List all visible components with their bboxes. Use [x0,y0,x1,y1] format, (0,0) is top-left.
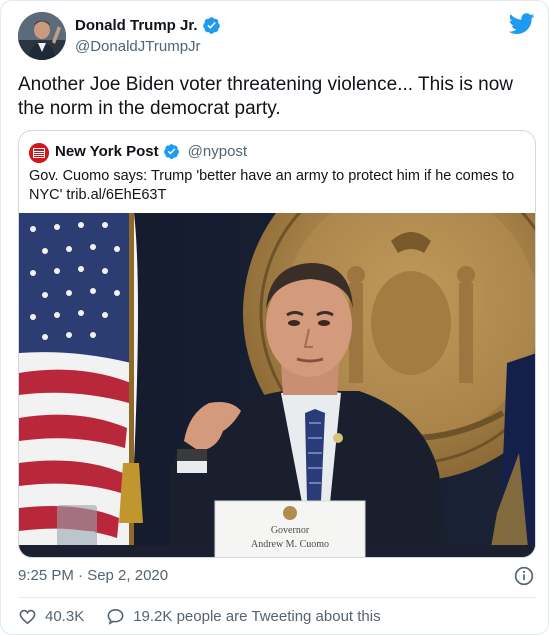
placard-line2: Andrew M. Cuomo [251,539,329,550]
heart-icon [19,609,36,625]
tweet-timestamp[interactable]: 9:25 PM · Sep 2, 2020 [18,567,168,584]
quoted-author-name: New York Post [55,143,159,160]
quoted-tweet-photo[interactable]: Governor Andrew M. Cuomo [19,213,536,558]
divider [18,597,536,598]
twitter-bird-icon[interactable] [509,13,535,35]
info-icon[interactable] [514,566,534,586]
like-button[interactable]: 40.3K [18,607,84,626]
quoted-author-handle: @nypost [187,143,248,160]
nypost-logo [29,143,49,163]
author-name-row: Donald Trump Jr. [75,16,221,35]
tweeting-about-label: 19.2K people are Tweeting about this [133,608,381,625]
quoted-name-row: New York Post @nypost [55,143,247,160]
tweet-card: Donald Trump Jr. @DonaldJTrumpJr Another… [0,0,549,635]
verified-badge-icon [202,17,220,34]
verified-badge-icon [163,144,179,159]
placard-line1: Governor [271,525,310,536]
quoted-tweet[interactable]: New York Post @nypost Gov. Cuomo says: T… [18,130,536,558]
tweet-actions: 40.3K 19.2K people are Tweeting about th… [18,607,381,626]
like-count: 40.3K [45,608,85,625]
quoted-tweet-text: Gov. Cuomo says: Trump 'better have an a… [29,168,515,203]
tweet-text: Another Joe Biden voter threatening viol… [18,74,513,119]
avatar[interactable] [18,12,66,60]
reply-button[interactable]: 19.2K people are Tweeting about this [106,607,381,626]
author-name[interactable]: Donald Trump Jr. [75,17,198,34]
speech-bubble-icon [107,608,124,625]
author-handle[interactable]: @DonaldJTrumpJr [75,38,201,55]
